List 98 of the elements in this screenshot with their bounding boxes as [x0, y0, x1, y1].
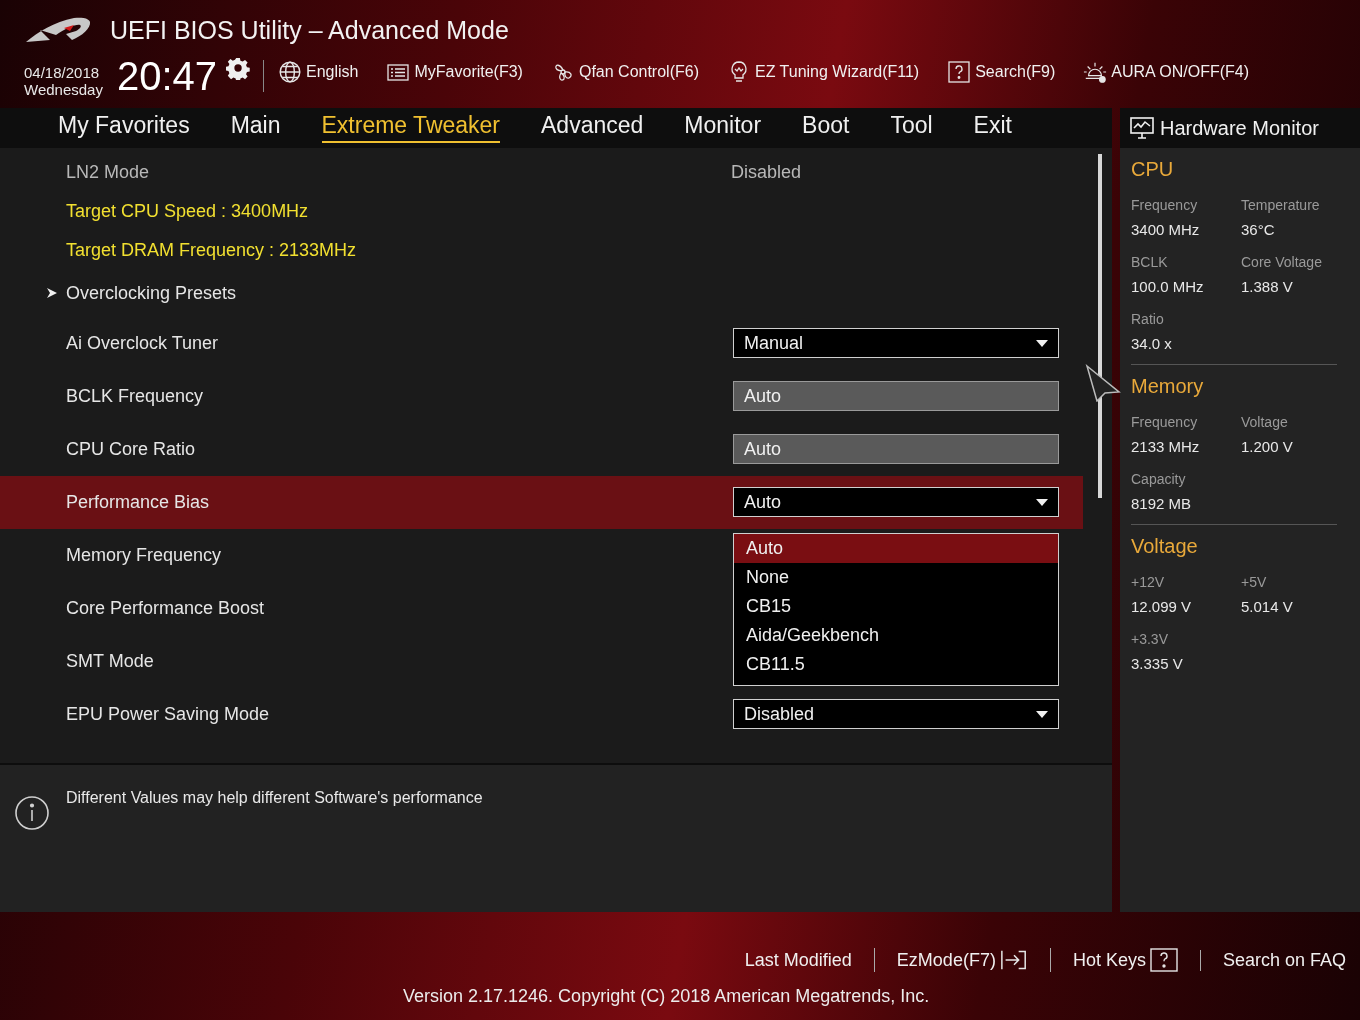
tab[interactable]: Extreme Tweaker	[321, 112, 501, 144]
version-text: Version 2.17.1246. Copyright (C) 2018 American Megatrends, Inc.	[403, 986, 930, 1007]
sensor-value: 12.099 V	[1131, 598, 1193, 615]
dropdown-option[interactable]: CB11.5	[734, 649, 1058, 679]
sensor-value: 3400 MHz	[1131, 221, 1201, 238]
clock: 20:47	[117, 54, 218, 99]
tab[interactable]: Boot	[802, 112, 850, 144]
chevron-icon	[46, 287, 58, 300]
sensor-label: Core Voltage	[1241, 254, 1323, 270]
dropdown-option[interactable]: None	[734, 562, 1058, 592]
scrollbar[interactable]	[1098, 153, 1102, 498]
sensor-value: 2133 MHz	[1131, 438, 1201, 455]
toolbar-button[interactable]: Search(F9)	[947, 60, 1056, 84]
setting-label: LN2 Mode	[66, 161, 150, 183]
tab[interactable]: Main	[230, 112, 281, 144]
sensor-label: Voltage	[1241, 414, 1289, 430]
setting-row[interactable]: CPU Core Ratio Auto	[0, 422, 1083, 476]
tab[interactable]: Exit	[973, 112, 1012, 144]
setting-row[interactable]: Overclocking Presets	[0, 269, 1083, 317]
setting-label: Performance Bias	[66, 491, 210, 513]
sensor-value: 1.388 V	[1241, 278, 1294, 295]
dropdown-option[interactable]: CB15	[734, 591, 1058, 621]
sensor-label: Ratio	[1131, 311, 1165, 327]
sensor-label: BCLK	[1131, 254, 1169, 270]
weekday: Wednesday	[24, 81, 103, 98]
setting-row[interactable]: Ai Overclock Tuner Manual	[0, 316, 1083, 370]
setting-label: EPU Power Saving Mode	[66, 703, 270, 725]
toolbar-button[interactable]: MyFavorite(F3)	[386, 60, 523, 84]
sensor-value: 5.014 V	[1241, 598, 1294, 615]
dropdown[interactable]: Manual	[733, 328, 1059, 359]
panel-title: Hardware Monitor	[1160, 116, 1319, 140]
info-icon	[14, 795, 50, 832]
help-icon	[1149, 948, 1178, 972]
sensor-value: 36°C	[1241, 221, 1276, 238]
caret-icon	[1036, 710, 1048, 718]
section-title: Voltage	[1131, 535, 1199, 558]
setting-label: Target DRAM Frequency : 2133MHz	[66, 239, 357, 261]
sensor-label: Temperature	[1241, 197, 1321, 213]
sensor-value: 8192 MB	[1131, 495, 1193, 512]
setting-row[interactable]: Performance Bias Auto	[0, 475, 1083, 529]
input-field[interactable]: Auto	[733, 434, 1059, 465]
dropdown[interactable]: Disabled	[733, 699, 1059, 730]
tab[interactable]: Advanced	[541, 112, 644, 144]
setting-row[interactable]: EPU Power Saving Mode Disabled	[0, 687, 1083, 741]
setting-label: Overclocking Presets	[66, 282, 237, 304]
toolbar-button[interactable]: EZ Tuning Wizard(F11)	[727, 60, 920, 84]
tab[interactable]: My Favorites	[58, 112, 190, 144]
sensor-label: Frequency	[1131, 197, 1199, 213]
setting-row[interactable]: BCLK Frequency Auto	[0, 369, 1083, 423]
setting-row[interactable]: Memory Frequency	[0, 528, 232, 582]
tab[interactable]: Tool	[890, 112, 933, 144]
input-field[interactable]: Auto	[733, 381, 1059, 412]
dropdown-option[interactable]: Aida/Geekbench	[734, 620, 1058, 650]
light-icon	[1083, 60, 1108, 84]
help-icon	[947, 60, 972, 84]
help-text: Different Values may help different Software's performance	[66, 789, 483, 808]
sensor-label: +5V	[1241, 574, 1268, 590]
setting-row[interactable]: Target DRAM Frequency : 2133MHz	[0, 230, 1083, 270]
setting-row[interactable]: SMT Mode	[0, 634, 164, 688]
setting-label: BCLK Frequency	[66, 385, 204, 407]
toolbar-button[interactable]: Qfan Control(F6)	[550, 60, 699, 84]
dropdown[interactable]: Auto	[733, 487, 1059, 518]
setting-label: Core Performance Boost	[66, 597, 265, 619]
setting-label: Target CPU Speed : 3400MHz	[66, 200, 309, 222]
sensor-value: 1.200 V	[1241, 438, 1294, 455]
caret-icon	[1036, 339, 1048, 347]
sensor-label: +12V	[1131, 574, 1166, 590]
date: 04/18/2018	[24, 64, 101, 81]
sensor-label: Capacity	[1131, 471, 1187, 487]
exit-icon	[999, 948, 1028, 972]
setting-label: Memory Frequency	[66, 544, 222, 566]
settings-icon[interactable]	[226, 56, 250, 80]
setting-row[interactable]: Target CPU Speed : 3400MHz	[0, 191, 1083, 231]
setting-value: Disabled	[731, 161, 802, 183]
monitor-icon	[1130, 117, 1154, 139]
tab[interactable]: Monitor	[684, 112, 762, 144]
sensor-label: +3.3V	[1131, 631, 1169, 647]
section-title: Memory	[1131, 375, 1205, 398]
toolbar-button[interactable]: AURA ON/OFF(F4)	[1083, 60, 1249, 84]
dropdown-option[interactable]: Auto	[734, 533, 1058, 563]
globe-icon	[278, 60, 302, 84]
footer-link[interactable]: EzMode(F7)	[873, 948, 1050, 972]
section-title: CPU	[1131, 158, 1175, 181]
setting-label: SMT Mode	[66, 650, 154, 672]
footer-link[interactable]: Search on FAQ	[1199, 949, 1346, 971]
toolbar-button[interactable]: English	[278, 60, 359, 84]
caret-icon	[1036, 498, 1048, 506]
window-title: UEFI BIOS Utility – Advanced Mode	[110, 16, 509, 45]
footer-link[interactable]: Hot Keys	[1049, 948, 1200, 972]
setting-row[interactable]: LN2 Mode Disabled	[0, 152, 1083, 192]
sensor-value: 3.335 V	[1131, 655, 1184, 672]
setting-label: Ai Overclock Tuner	[66, 332, 219, 354]
setting-row[interactable]: Core Performance Boost	[0, 581, 275, 635]
sensor-value: 34.0 x	[1131, 335, 1173, 352]
setting-label: CPU Core Ratio	[66, 438, 196, 460]
footer-link[interactable]: Last Modified	[722, 949, 874, 971]
sensor-value: 100.0 MHz	[1131, 278, 1205, 295]
sensor-label: Frequency	[1131, 414, 1199, 430]
